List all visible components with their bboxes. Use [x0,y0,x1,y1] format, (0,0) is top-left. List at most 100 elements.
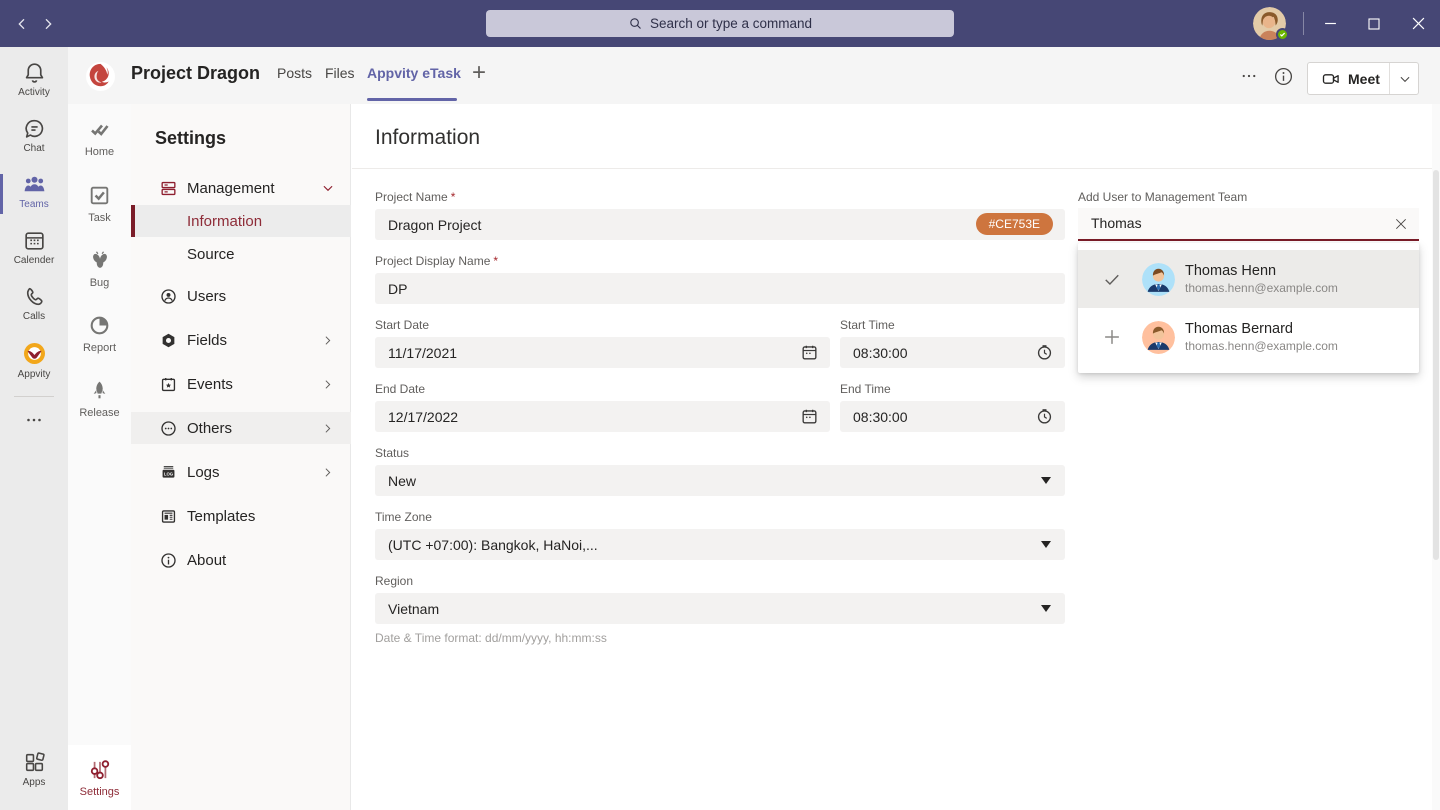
events-icon [158,374,178,394]
channel-header: Project Dragon Posts Files Appvity eTask… [68,47,1440,104]
project-name-input[interactable]: Dragon Project #CE753E [375,209,1065,240]
tab-posts[interactable]: Posts [277,65,312,81]
fields-icon [158,330,178,350]
user-result-row[interactable]: Thomas Bernard thomas.henn@example.com [1078,308,1419,366]
end-time-input[interactable]: 08:30:00 [840,401,1065,432]
forward-icon[interactable] [36,12,60,36]
clock-icon[interactable] [1034,343,1054,363]
check-icon [1101,268,1123,290]
team-name: Project Dragon [131,63,260,84]
module-item-task[interactable]: Task [68,183,131,224]
nav-item-users[interactable]: Users [131,280,351,312]
time-zone-select[interactable]: (UTC +07:00): Bangkok, HaNoi,... [375,529,1065,560]
sidebar-item-calendar[interactable]: Calender [0,228,68,280]
nav-item-source[interactable]: Source [131,238,351,270]
report-icon [87,313,112,338]
module-item-release[interactable]: Release [68,378,131,419]
search-placeholder: Search or type a command [650,16,812,31]
avatar [1142,321,1175,354]
active-tab-underline [367,98,457,101]
meet-button-divider [1389,63,1390,94]
teams-window: Search or type a command Project Dragon … [0,0,1440,810]
chevron-right-icon [321,333,335,347]
info-icon[interactable] [1270,63,1296,89]
phone-icon [22,284,47,309]
user-result-row[interactable]: Thomas Henn thomas.henn@example.com [1078,250,1419,308]
dropdown-arrow-icon [1041,605,1051,612]
close-button[interactable] [1396,0,1440,47]
settings-nav-panel: Settings Management Information Source U… [131,104,351,810]
nav-item-management[interactable]: Management [131,172,351,204]
search-icon [628,16,643,31]
titlebar-divider [1303,12,1304,35]
active-rail-indicator [0,174,3,214]
tab-files[interactable]: Files [325,65,355,81]
information-page: Information Project Name* Dragon Project… [352,104,1432,810]
nav-item-information[interactable]: Information [131,205,351,237]
chat-icon [22,116,47,141]
scrollbar-thumb[interactable] [1433,170,1439,560]
module-item-bug[interactable]: Bug [68,248,131,289]
maximize-button[interactable] [1352,0,1396,47]
add-user-plus-icon[interactable] [1101,326,1123,348]
page-title: Information [375,126,480,150]
meet-button[interactable]: Meet [1307,62,1419,95]
avatar [1142,263,1175,296]
more-options-icon[interactable] [1236,63,1262,89]
status-select[interactable]: New [375,465,1065,496]
sidebar-item-appvity[interactable]: Appvity [0,340,68,392]
back-icon[interactable] [10,12,34,36]
add-user-search-input[interactable] [1078,208,1378,237]
rail-divider [14,396,54,397]
add-tab-button[interactable]: + [472,59,486,87]
nav-item-about[interactable]: About [131,544,351,576]
module-item-settings[interactable]: Settings [68,745,131,810]
search-input[interactable]: Search or type a command [486,10,954,37]
project-display-name-input[interactable]: DP [375,273,1065,304]
start-time-input[interactable]: 08:30:00 [840,337,1065,368]
sidebar-item-teams[interactable]: Teams [0,172,68,224]
module-item-home[interactable]: Home [68,118,131,158]
module-item-report[interactable]: Report [68,313,131,354]
start-time-label: Start Time [840,318,895,332]
clock-icon[interactable] [1034,407,1054,427]
nav-item-events[interactable]: Events [131,368,351,400]
calendar-picker-icon[interactable] [799,407,819,427]
sidebar-item-activity[interactable]: Activity [0,60,68,112]
home-icon [87,118,113,142]
user-name: Thomas Henn [1185,263,1338,279]
sidebar-item-chat[interactable]: Chat [0,116,68,168]
region-label: Region [375,574,413,588]
end-date-input[interactable]: 12/17/2022 [375,401,830,432]
region-select[interactable]: Vietnam [375,593,1065,624]
dropdown-arrow-icon [1041,477,1051,484]
tab-appvity-etask[interactable]: Appvity eTask [367,65,461,81]
about-icon [158,550,178,570]
calendar-picker-icon[interactable] [799,343,819,363]
start-date-input[interactable]: 11/17/2021 [375,337,830,368]
apps-icon [22,750,47,775]
title-bar: Search or type a command [0,0,1440,47]
scrollbar[interactable] [1432,104,1440,810]
end-date-label: End Date [375,382,425,396]
nav-item-templates[interactable]: Templates [131,500,351,532]
chevron-right-icon [321,465,335,479]
sidebar-item-calls[interactable]: Calls [0,284,68,336]
project-display-name-label: Project Display Name* [375,254,498,268]
nav-item-fields[interactable]: Fields [131,324,351,356]
app-rail: Activity Chat Teams Calender Calls Appvi… [0,47,68,810]
nav-item-logs[interactable]: LOG Logs [131,456,351,488]
project-color-badge[interactable]: #CE753E [976,213,1053,235]
clear-search-icon[interactable] [1391,214,1411,234]
etask-module-rail: Home Task Bug Report Release Settings [68,104,131,810]
project-name-label: Project Name* [375,190,455,204]
minimize-button[interactable] [1308,0,1352,47]
chevron-right-icon [321,377,335,391]
more-apps-icon[interactable] [0,409,68,433]
sidebar-item-apps[interactable]: Apps [0,750,68,802]
meet-label: Meet [1348,71,1380,87]
meet-dropdown-icon[interactable] [1398,72,1412,91]
status-available-icon [1276,28,1289,41]
nav-item-others[interactable]: Others [131,412,351,444]
title-divider [352,168,1440,169]
